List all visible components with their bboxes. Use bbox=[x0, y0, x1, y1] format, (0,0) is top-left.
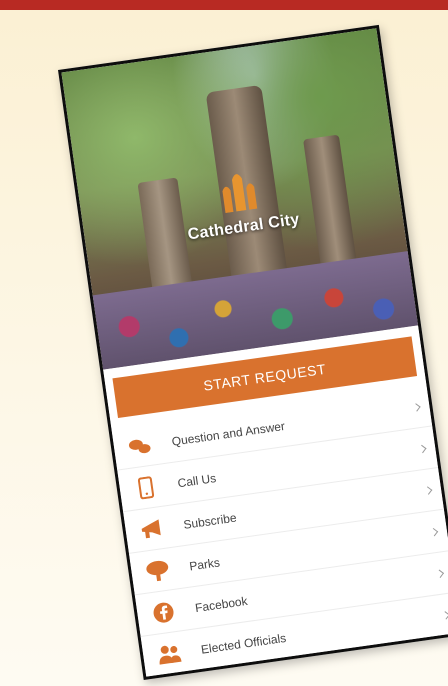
chevron-right-icon bbox=[435, 569, 444, 578]
menu-panel: START REQUEST Question and Answer Call U… bbox=[103, 325, 448, 679]
menu-item-label: Elected Officials bbox=[200, 630, 287, 657]
menu-item-label: Parks bbox=[188, 554, 221, 573]
chevron-right-icon bbox=[423, 485, 433, 495]
menu-item-label: Question and Answer bbox=[170, 418, 286, 449]
phone-icon bbox=[130, 473, 161, 501]
menu-item-label: Call Us bbox=[176, 470, 217, 490]
facebook-icon bbox=[148, 598, 179, 626]
chevron-right-icon bbox=[429, 527, 439, 536]
chevron-right-icon bbox=[441, 610, 448, 620]
top-color-band bbox=[0, 0, 448, 10]
menu-item-label: Subscribe bbox=[182, 510, 238, 532]
chat-bubbles-icon bbox=[125, 432, 156, 460]
hero-image: Cathedral City bbox=[61, 28, 419, 370]
chevron-right-icon bbox=[418, 444, 427, 453]
phone-screen: Cathedral City START REQUEST Question an… bbox=[58, 24, 448, 681]
megaphone-icon bbox=[136, 515, 167, 543]
people-icon bbox=[154, 640, 185, 668]
cathedral-logo-icon bbox=[222, 174, 258, 214]
menu-item-label: Facebook bbox=[194, 593, 249, 615]
page: Cathedral City START REQUEST Question an… bbox=[0, 0, 448, 686]
tree-icon bbox=[142, 557, 173, 585]
chevron-right-icon bbox=[412, 402, 421, 412]
